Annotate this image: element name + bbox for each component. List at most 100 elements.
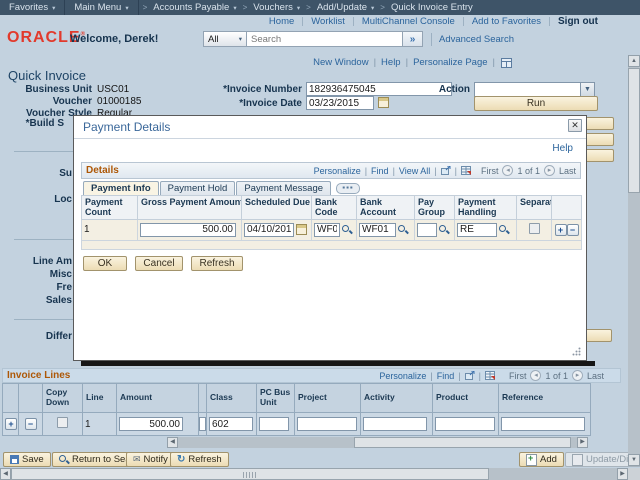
- product-input[interactable]: [435, 417, 495, 431]
- refresh-button-modal[interactable]: Refresh: [191, 256, 243, 271]
- vertical-scrollbar: ▲ ▼: [628, 55, 640, 466]
- divider: |: [434, 166, 436, 176]
- worklist-link[interactable]: Worklist: [311, 16, 345, 27]
- invoice-lines-scrollbar-thumb[interactable]: [354, 437, 571, 448]
- prev-page-icon[interactable]: ◂: [530, 370, 541, 381]
- horizontal-scrollbar: ◀ ▶: [0, 468, 628, 480]
- delete-row-button[interactable]: −: [25, 418, 37, 430]
- invoice-lines-personalize-link[interactable]: Personalize: [379, 371, 426, 381]
- chevron-down-icon: ▾: [297, 4, 300, 12]
- add-to-favorites-link[interactable]: Add to Favorites: [472, 16, 541, 27]
- reference-input[interactable]: [501, 417, 585, 431]
- scroll-right-icon[interactable]: ▶: [617, 468, 628, 480]
- pc-bus-unit-input[interactable]: [259, 417, 289, 431]
- details-grid-header: Details Personalize | Find | View All | …: [81, 162, 581, 179]
- nav-first-label[interactable]: First: [509, 371, 527, 381]
- project-input[interactable]: [297, 417, 357, 431]
- favorites-menu[interactable]: Favorites ▾: [0, 0, 64, 15]
- details-find-link[interactable]: Find: [371, 166, 389, 176]
- col-separate: Separate: [517, 196, 552, 220]
- calendar-icon[interactable]: [296, 224, 307, 235]
- nav-last-label[interactable]: Last: [587, 371, 604, 381]
- horizontal-scrollbar-thumb[interactable]: [11, 468, 489, 480]
- lookup-icon[interactable]: [499, 225, 509, 235]
- resize-handle[interactable]: [572, 347, 581, 356]
- sign-out-link[interactable]: Sign out: [558, 16, 598, 27]
- bank-code-input[interactable]: [314, 223, 340, 237]
- help-link[interactable]: Help: [381, 57, 401, 68]
- scroll-down-icon[interactable]: ▼: [628, 454, 640, 466]
- scroll-up-icon[interactable]: ▲: [628, 55, 640, 67]
- popout-icon[interactable]: [441, 166, 451, 175]
- class-input[interactable]: [209, 417, 253, 431]
- new-window-link[interactable]: New Window: [313, 57, 368, 68]
- ok-button[interactable]: OK: [83, 256, 127, 271]
- tab-payment-message[interactable]: Payment Message: [236, 181, 331, 195]
- search-input[interactable]: [247, 31, 403, 47]
- run-button[interactable]: Run: [474, 96, 598, 111]
- invoice-date-input[interactable]: [306, 96, 374, 110]
- breadcrumb-accounts-payable[interactable]: Accounts Payable ▾: [151, 0, 238, 15]
- scroll-right-icon[interactable]: ▶: [577, 437, 588, 448]
- delete-row-button[interactable]: −: [567, 224, 579, 236]
- next-page-icon[interactable]: ▸: [572, 370, 583, 381]
- gross-payment-amount-input[interactable]: [140, 223, 236, 237]
- action-select[interactable]: ▼: [474, 82, 595, 97]
- add-button[interactable]: Add: [519, 452, 564, 467]
- next-page-icon[interactable]: ▸: [544, 165, 555, 176]
- scroll-left-icon[interactable]: ◀: [167, 437, 178, 448]
- lookup-icon[interactable]: [398, 225, 408, 235]
- calendar-icon[interactable]: [378, 97, 389, 108]
- divider: [138, 0, 139, 15]
- vertical-scrollbar-thumb[interactable]: [628, 68, 640, 193]
- sales-tax-label-fragment: Sales: [0, 295, 72, 306]
- save-button[interactable]: Save: [3, 452, 51, 467]
- difference-label-fragment: Differ: [0, 331, 72, 342]
- popout-icon[interactable]: [465, 371, 475, 380]
- search-scope-select[interactable]: All ▾: [203, 31, 247, 47]
- cancel-button[interactable]: Cancel: [135, 256, 183, 271]
- search-go-button[interactable]: »: [403, 31, 423, 47]
- modal-shadow: [81, 361, 595, 366]
- main-menu[interactable]: Main Menu ▾: [65, 0, 137, 15]
- copy-down-checkbox[interactable]: [57, 417, 68, 428]
- prev-page-icon[interactable]: ◂: [502, 165, 513, 176]
- http-layout-icon[interactable]: [501, 58, 512, 68]
- amount-input[interactable]: [119, 417, 183, 431]
- show-all-columns-icon[interactable]: ▪▪▪: [336, 183, 360, 194]
- line-amount-label-fragment: Line Am: [0, 256, 72, 267]
- advanced-search-link[interactable]: Advanced Search: [439, 34, 514, 45]
- bank-account-input[interactable]: [359, 223, 396, 237]
- details-personalize-link[interactable]: Personalize: [314, 166, 361, 176]
- home-link[interactable]: Home: [269, 16, 294, 27]
- lookup-icon[interactable]: [342, 225, 352, 235]
- download-grid-icon[interactable]: [461, 166, 471, 175]
- refresh-button[interactable]: ↻ Refresh: [170, 452, 229, 467]
- multichannel-console-link[interactable]: MultiChannel Console: [362, 16, 455, 27]
- nav-first-label[interactable]: First: [481, 166, 499, 176]
- personalize-page-link[interactable]: Personalize Page: [413, 57, 487, 68]
- tab-payment-info[interactable]: Payment Info: [83, 181, 159, 195]
- breadcrumb-add-update[interactable]: Add/Update ▾: [315, 0, 376, 15]
- notify-button[interactable]: ✉ Notify: [126, 452, 175, 467]
- details-view-all-link[interactable]: View All: [399, 166, 430, 176]
- scroll-left-icon[interactable]: ◀: [0, 468, 11, 480]
- divider: [14, 319, 73, 320]
- modal-help-link[interactable]: Help: [552, 143, 573, 154]
- add-row-button[interactable]: +: [5, 418, 17, 430]
- invoice-lines-find-link[interactable]: Find: [437, 371, 455, 381]
- close-icon[interactable]: ✕: [568, 119, 582, 132]
- pay-group-input[interactable]: [417, 223, 437, 237]
- tab-payment-hold[interactable]: Payment Hold: [160, 181, 236, 195]
- payment-handling-input[interactable]: [457, 223, 497, 237]
- lookup-icon[interactable]: [439, 225, 449, 235]
- download-grid-icon[interactable]: [485, 371, 495, 380]
- breadcrumb-separator: >: [143, 3, 148, 12]
- scheduled-due-input[interactable]: [244, 223, 294, 237]
- separate-checkbox[interactable]: [529, 223, 540, 234]
- nav-last-label[interactable]: Last: [559, 166, 576, 176]
- breadcrumb-vouchers[interactable]: Vouchers ▾: [251, 0, 302, 15]
- action-label: Action: [350, 84, 470, 95]
- activity-input[interactable]: [363, 417, 427, 431]
- add-row-button[interactable]: +: [555, 224, 567, 236]
